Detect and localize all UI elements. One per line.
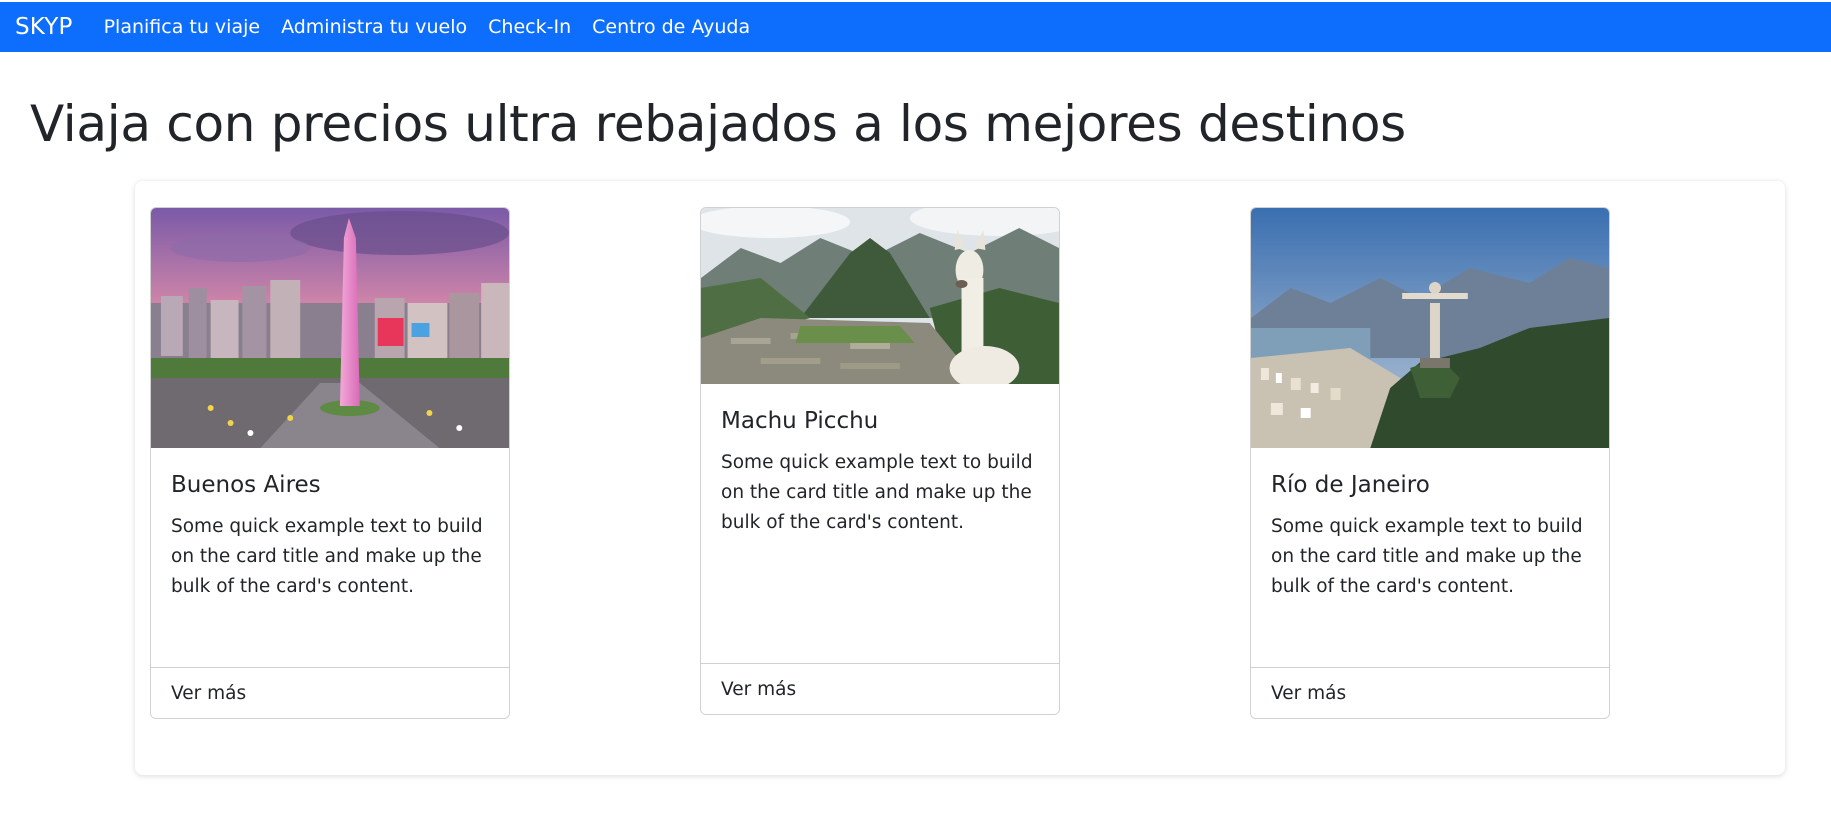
- card-title: Río de Janeiro: [1271, 472, 1430, 498]
- card-body: Machu Picchu Some quick example text to …: [701, 384, 1059, 663]
- card-body: Buenos Aires Some quick example text to …: [151, 448, 509, 667]
- card-text: Some quick example text to build on the …: [1271, 516, 1583, 597]
- buenos-aires-image: [151, 208, 509, 448]
- card-body: Río de Janeiro Some quick example text t…: [1251, 448, 1609, 667]
- ver-mas-link[interactable]: Ver más: [151, 667, 509, 718]
- ver-mas-link[interactable]: Ver más: [1251, 667, 1609, 718]
- card-title: Buenos Aires: [171, 472, 321, 498]
- navbar: SKYP Planifica tu viaje Administra tu vu…: [0, 2, 1831, 52]
- card-text: Some quick example text to build on the …: [721, 452, 1033, 533]
- card-text: Some quick example text to build on the …: [171, 516, 483, 597]
- nav-link-administra[interactable]: Administra tu vuelo: [281, 16, 467, 38]
- nav-link-ayuda[interactable]: Centro de Ayuda: [592, 16, 750, 38]
- ver-mas-link[interactable]: Ver más: [701, 663, 1059, 714]
- destination-card-rio: Río de Janeiro Some quick example text t…: [1250, 207, 1610, 719]
- nav-link-planifica[interactable]: Planifica tu viaje: [104, 16, 260, 38]
- brand-logo[interactable]: SKYP: [15, 14, 73, 40]
- machu-picchu-image: [701, 208, 1059, 384]
- destination-card-machu-picchu: Machu Picchu Some quick example text to …: [700, 207, 1060, 715]
- rio-image: [1251, 208, 1609, 448]
- destination-card-buenos-aires: Buenos Aires Some quick example text to …: [150, 207, 510, 719]
- page-title: Viaja con precios ultra rebajados a los …: [30, 95, 1406, 153]
- nav-link-checkin[interactable]: Check-In: [488, 16, 571, 38]
- card-title: Machu Picchu: [721, 408, 879, 434]
